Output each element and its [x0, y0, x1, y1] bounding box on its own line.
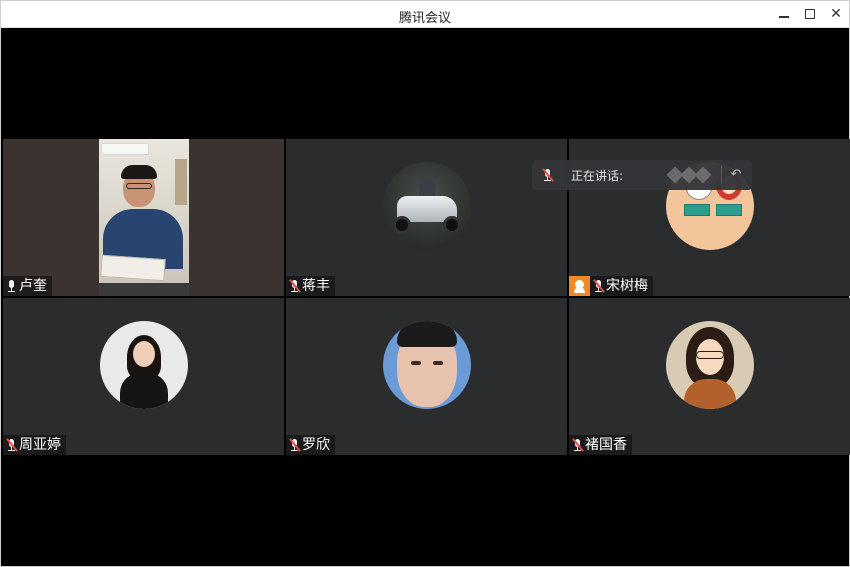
avatar [666, 321, 754, 409]
collapse-icon[interactable]: ↶ [728, 167, 744, 183]
wheel [393, 216, 411, 234]
microphone-muted-icon [289, 279, 300, 293]
participant-tile-luoxin[interactable]: 罗欣 [286, 298, 567, 455]
speaker-avatars [666, 166, 717, 184]
participant-tile-zhouyating[interactable]: 周亚婷 [3, 298, 284, 455]
name-tag: 卢奎 [3, 276, 52, 296]
eye [433, 361, 443, 365]
wheel [443, 216, 461, 234]
participant-tile-jiangfeng[interactable]: 蒋丰 [286, 139, 567, 296]
avatar [383, 321, 471, 409]
participant-name: 卢奎 [19, 278, 47, 294]
microphone-muted-icon [572, 438, 583, 452]
video-grid: 卢奎 蒋丰 宋树梅 周亚婷 罗欣 褚国香 正在讲话: ↶ [2, 29, 850, 566]
name-tag: 褚国香 [569, 435, 632, 455]
window-title: 腾讯会议 [398, 11, 451, 26]
video-feed [99, 139, 189, 296]
name-tag: 罗欣 [286, 435, 335, 455]
participant-name: 蒋丰 [302, 278, 330, 294]
sweater [684, 379, 736, 409]
maximize-button[interactable] [799, 5, 821, 23]
participant-tile-chuguoxiang[interactable]: 褚国香 [569, 298, 850, 455]
eye [411, 361, 421, 365]
avatar [383, 162, 471, 250]
air-conditioner [101, 143, 149, 155]
glasses [696, 351, 724, 359]
participant-name: 周亚婷 [19, 437, 61, 453]
participant-name: 宋树梅 [606, 278, 648, 294]
name-tag: 宋树梅 [590, 276, 653, 296]
hair [397, 321, 457, 347]
name-tag: 蒋丰 [286, 276, 335, 296]
microphone-muted-icon [6, 438, 17, 452]
speaking-label: 正在讲话: [571, 168, 624, 183]
close-button[interactable]: ✕ [825, 5, 847, 23]
keyboard [99, 283, 189, 296]
microphone-muted-icon [542, 168, 553, 182]
participant-name: 罗欣 [302, 437, 330, 453]
hair [121, 165, 157, 179]
minimize-icon [779, 16, 789, 18]
participant-tile-lukui[interactable]: 卢奎 [3, 139, 284, 296]
book [100, 254, 166, 282]
name-tag: 周亚婷 [3, 435, 66, 455]
microphone-muted-icon [289, 438, 300, 452]
minimize-button[interactable] [773, 5, 795, 23]
title-bar: 腾讯会议 ✕ [1, 1, 849, 28]
wall-picture [175, 159, 187, 205]
host-badge-icon [569, 276, 590, 296]
glasses [126, 183, 152, 189]
microphone-icon [6, 279, 17, 293]
sign [684, 204, 710, 216]
sign [716, 204, 742, 216]
face [133, 341, 155, 367]
close-icon: ✕ [830, 6, 842, 22]
participant-name: 褚国香 [585, 437, 627, 453]
divider [721, 166, 722, 184]
maximize-icon [805, 9, 815, 19]
speaking-indicator: 正在讲话: ↶ [532, 160, 752, 190]
microphone-muted-icon [593, 279, 604, 293]
top [120, 373, 168, 409]
avatar [100, 321, 188, 409]
meeting-window: 腾讯会议 ✕ 卢奎 蒋丰 宋树梅 周亚婷 罗欣 褚国香 正在讲话: ↶ [0, 0, 850, 567]
